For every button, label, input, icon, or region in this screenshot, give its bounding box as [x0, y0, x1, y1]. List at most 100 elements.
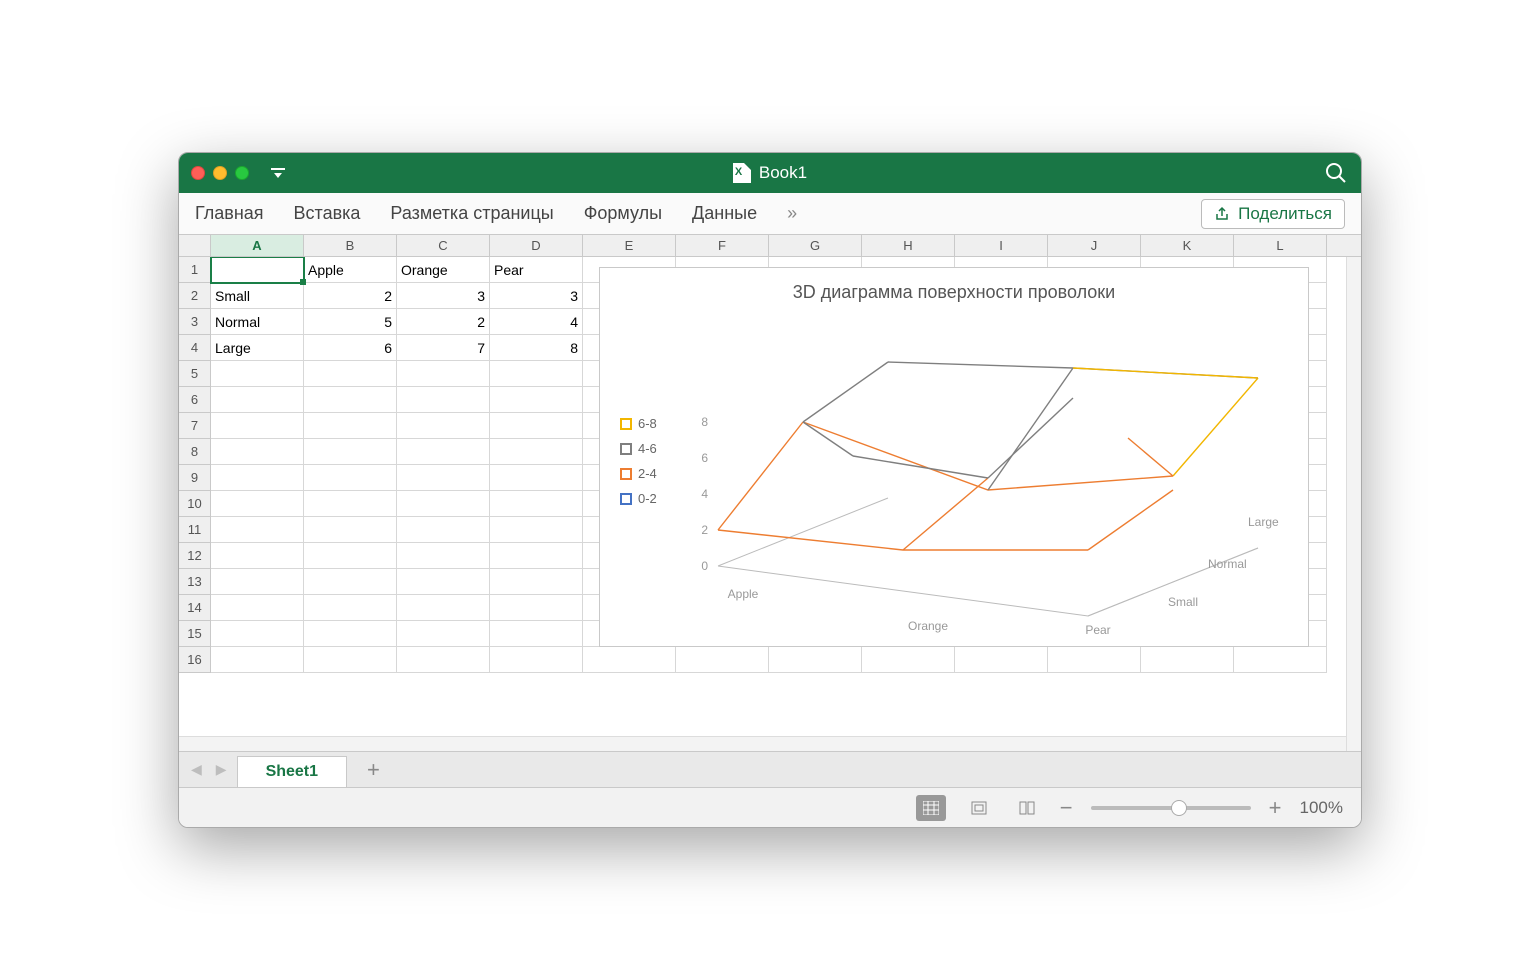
cell-A8[interactable] [211, 439, 304, 465]
more-tabs-icon[interactable]: » [787, 203, 797, 224]
cell-A16[interactable] [211, 647, 304, 673]
col-header-E[interactable]: E [583, 235, 676, 256]
zoom-in-button[interactable]: + [1269, 795, 1282, 821]
cell-D16[interactable] [490, 647, 583, 673]
cell-A3[interactable]: Normal [211, 309, 304, 335]
cell-D14[interactable] [490, 595, 583, 621]
select-all-corner[interactable] [179, 235, 211, 256]
row-header[interactable]: 14 [179, 595, 211, 621]
col-header-B[interactable]: B [304, 235, 397, 256]
tab-formulas[interactable]: Формулы [584, 203, 662, 224]
cell-C8[interactable] [397, 439, 490, 465]
tab-page-layout[interactable]: Разметка страницы [390, 203, 553, 224]
row-header[interactable]: 8 [179, 439, 211, 465]
cell-B11[interactable] [304, 517, 397, 543]
cell-B14[interactable] [304, 595, 397, 621]
row-header[interactable]: 9 [179, 465, 211, 491]
tab-data[interactable]: Данные [692, 203, 757, 224]
cell-D1[interactable]: Pear [490, 257, 583, 283]
cell-G16[interactable] [769, 647, 862, 673]
prev-sheet-button[interactable]: ◀ [187, 761, 206, 778]
cell-H16[interactable] [862, 647, 955, 673]
tab-insert[interactable]: Вставка [294, 203, 361, 224]
zoom-level[interactable]: 100% [1300, 798, 1343, 818]
cell-D3[interactable]: 4 [490, 309, 583, 335]
view-page-layout-button[interactable] [964, 795, 994, 821]
cell-B1[interactable]: Apple [304, 257, 397, 283]
add-sheet-button[interactable]: + [353, 757, 394, 783]
cell-C13[interactable] [397, 569, 490, 595]
cell-E16[interactable] [583, 647, 676, 673]
cell-C2[interactable]: 3 [397, 283, 490, 309]
sheet-tab[interactable]: Sheet1 [237, 756, 347, 787]
col-header-J[interactable]: J [1048, 235, 1141, 256]
col-header-K[interactable]: K [1141, 235, 1234, 256]
cell-C12[interactable] [397, 543, 490, 569]
embedded-chart[interactable]: 3D диаграмма поверхности проволоки 6-8 4… [599, 267, 1309, 647]
col-header-H[interactable]: H [862, 235, 955, 256]
next-sheet-button[interactable]: ▶ [212, 761, 231, 778]
cell-F16[interactable] [676, 647, 769, 673]
share-button[interactable]: Поделиться [1201, 199, 1345, 229]
cell-C9[interactable] [397, 465, 490, 491]
cell-C16[interactable] [397, 647, 490, 673]
cell-I16[interactable] [955, 647, 1048, 673]
zoom-slider-thumb[interactable] [1171, 800, 1187, 816]
row-header[interactable]: 3 [179, 309, 211, 335]
row-header[interactable]: 15 [179, 621, 211, 647]
row-header[interactable]: 11 [179, 517, 211, 543]
cell-D13[interactable] [490, 569, 583, 595]
zoom-out-button[interactable]: − [1060, 795, 1073, 821]
cell-C3[interactable]: 2 [397, 309, 490, 335]
row-header[interactable]: 16 [179, 647, 211, 673]
cell-L16[interactable] [1234, 647, 1327, 673]
customize-toolbar-icon[interactable] [271, 168, 285, 178]
cell-K16[interactable] [1141, 647, 1234, 673]
minimize-button[interactable] [213, 166, 227, 180]
cell-B3[interactable]: 5 [304, 309, 397, 335]
col-header-F[interactable]: F [676, 235, 769, 256]
cell-B6[interactable] [304, 387, 397, 413]
view-page-break-button[interactable] [1012, 795, 1042, 821]
cell-D9[interactable] [490, 465, 583, 491]
cell-D8[interactable] [490, 439, 583, 465]
cell-D7[interactable] [490, 413, 583, 439]
cell-D12[interactable] [490, 543, 583, 569]
row-header[interactable]: 1 [179, 257, 211, 283]
cell-A7[interactable] [211, 413, 304, 439]
row-header[interactable]: 7 [179, 413, 211, 439]
close-button[interactable] [191, 166, 205, 180]
cell-B8[interactable] [304, 439, 397, 465]
cell-A2[interactable]: Small [211, 283, 304, 309]
search-button[interactable] [1325, 162, 1347, 184]
cell-B4[interactable]: 6 [304, 335, 397, 361]
cell-A15[interactable] [211, 621, 304, 647]
cell-D4[interactable]: 8 [490, 335, 583, 361]
cell-D2[interactable]: 3 [490, 283, 583, 309]
cell-D15[interactable] [490, 621, 583, 647]
cell-J16[interactable] [1048, 647, 1141, 673]
cell-C6[interactable] [397, 387, 490, 413]
col-header-A[interactable]: A [211, 235, 304, 256]
cell-C1[interactable]: Orange [397, 257, 490, 283]
col-header-G[interactable]: G [769, 235, 862, 256]
col-header-D[interactable]: D [490, 235, 583, 256]
cell-B9[interactable] [304, 465, 397, 491]
zoom-slider[interactable] [1091, 806, 1251, 810]
row-header[interactable]: 6 [179, 387, 211, 413]
cell-B2[interactable]: 2 [304, 283, 397, 309]
cell-B16[interactable] [304, 647, 397, 673]
row-header[interactable]: 12 [179, 543, 211, 569]
cell-B13[interactable] [304, 569, 397, 595]
cell-D10[interactable] [490, 491, 583, 517]
cell-D5[interactable] [490, 361, 583, 387]
cell-A14[interactable] [211, 595, 304, 621]
row-header[interactable]: 10 [179, 491, 211, 517]
fullscreen-button[interactable] [235, 166, 249, 180]
cell-A6[interactable] [211, 387, 304, 413]
cell-B12[interactable] [304, 543, 397, 569]
cell-A9[interactable] [211, 465, 304, 491]
horizontal-scrollbar[interactable] [179, 736, 1346, 751]
cell-D11[interactable] [490, 517, 583, 543]
cell-C4[interactable]: 7 [397, 335, 490, 361]
